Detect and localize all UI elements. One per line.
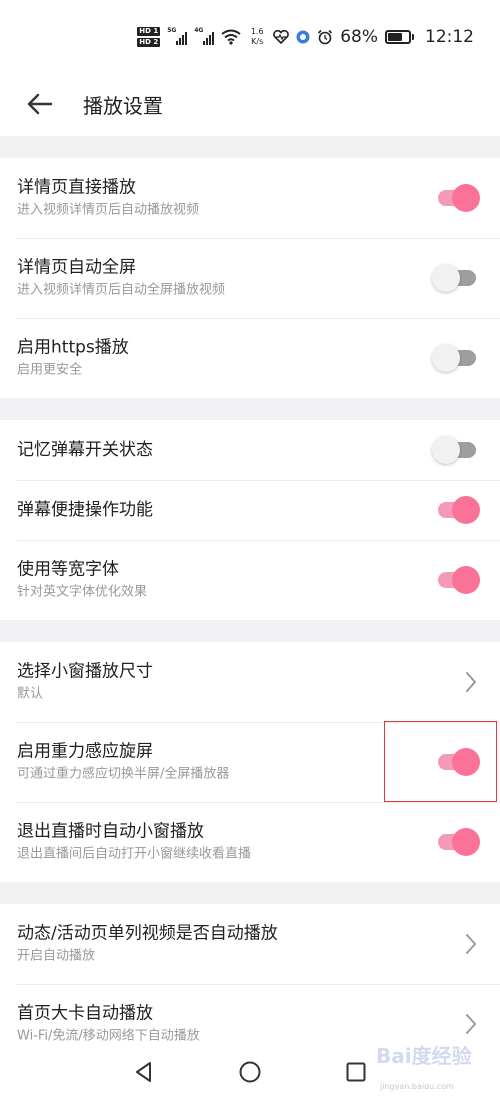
alarm-clock-icon	[318, 29, 333, 45]
setting-row[interactable]: 弹幕便捷操作功能	[0, 480, 500, 540]
setting-text: 首页大卡自动播放 Wi-Fi/免流/移动网络下自动播放	[17, 1003, 410, 1046]
toggle-knob	[452, 496, 480, 524]
setting-text: 详情页直接播放进入视频详情页后自动播放视频	[17, 177, 410, 220]
setting-label: 弹幕便捷操作功能	[17, 500, 153, 520]
nav-recent-button[interactable]	[344, 1060, 368, 1084]
heart-rate-icon	[273, 30, 290, 44]
hd1-badge: HD 1	[137, 27, 161, 36]
setting-row[interactable]: 退出直播时自动小窗播放退出直播间后自动打开小窗继续收看直播	[0, 802, 500, 882]
setting-text: 弹幕便捷操作功能	[17, 499, 410, 521]
setting-description: 启用更安全	[17, 362, 83, 378]
setting-row[interactable]: 使用等宽字体针对英文字体优化效果	[0, 540, 500, 620]
setting-description: 可通过重力感应切换半屏/全屏播放器	[17, 766, 230, 782]
setting-label: 动态/活动页单列视频是否自动播放	[17, 923, 278, 944]
section-divider	[0, 620, 500, 642]
toggle-knob	[432, 344, 460, 372]
setting-label: 启用重力感应旋屏	[17, 741, 153, 762]
wifi-icon	[221, 29, 241, 45]
circle-home-icon	[239, 1061, 261, 1083]
status-icons: HD 1 HD 2 5G 4G 1.6 K/s 68% 12:12	[137, 22, 474, 52]
toggle-knob	[452, 566, 480, 594]
setting-text: 使用等宽字体针对英文字体优化效果	[17, 559, 410, 602]
toggle-knob	[432, 436, 460, 464]
settings-list: 详情页直接播放进入视频详情页后自动播放视频详情页自动全屏进入视频详情页后自动全屏…	[0, 136, 500, 1064]
toggle-switch[interactable]	[432, 263, 476, 293]
toggle-switch[interactable]	[438, 747, 480, 777]
section-divider	[0, 398, 500, 420]
toggle-knob	[432, 264, 460, 292]
signal-5g-icon: 5G	[167, 27, 188, 45]
setting-row[interactable]: 动态/活动页单列视频是否自动播放开启自动播放	[0, 904, 500, 984]
battery-percent: 68%	[340, 27, 378, 47]
setting-row[interactable]: 启用重力感应旋屏可通过重力感应切换半屏/全屏播放器	[0, 722, 500, 802]
setting-description: 默认	[17, 686, 44, 702]
setting-description: 进入视频详情页后自动全屏播放视频	[17, 282, 226, 298]
back-button[interactable]	[0, 72, 80, 136]
arrow-left-icon	[27, 93, 53, 115]
setting-text: 记忆弹幕开关状态	[17, 439, 410, 461]
setting-text: 选择小窗播放尺寸默认	[17, 661, 410, 704]
watermark-url: jingyan.baidu.com	[380, 1082, 454, 1091]
triangle-back-icon	[136, 1062, 151, 1082]
settings-group: 详情页直接播放进入视频详情页后自动播放视频详情页自动全屏进入视频详情页后自动全屏…	[0, 158, 500, 398]
settings-group: 记忆弹幕开关状态 弹幕便捷操作功能 使用等宽字体针对英文字体优化效果	[0, 420, 500, 620]
setting-label: 选择小窗播放尺寸	[17, 661, 153, 682]
watermark: Bai度经验 jingyan.baidu.com	[372, 1020, 482, 1100]
toggle-knob	[452, 828, 480, 856]
status-bar: HD 1 HD 2 5G 4G 1.6 K/s 68% 12:12	[0, 0, 500, 72]
toggle-knob	[452, 184, 480, 212]
setting-label: 详情页自动全屏	[17, 257, 136, 278]
setting-row[interactable]: 详情页直接播放进入视频详情页后自动播放视频	[0, 158, 500, 238]
toggle-knob	[452, 748, 480, 776]
setting-row[interactable]: 详情页自动全屏进入视频详情页后自动全屏播放视频	[0, 238, 500, 318]
app-notification-icon	[296, 30, 310, 44]
signal-4g-label: 4G	[194, 27, 204, 34]
toggle-switch[interactable]	[438, 495, 480, 525]
speed-unit: K/s	[251, 37, 264, 46]
signal-4g-icon: 4G	[194, 27, 215, 45]
chevron-right-icon[interactable]	[464, 670, 478, 694]
setting-text: 退出直播时自动小窗播放退出直播间后自动打开小窗继续收看直播	[17, 821, 410, 864]
setting-label: 退出直播时自动小窗播放	[17, 821, 204, 842]
watermark-text: Bai度经验	[376, 1044, 472, 1068]
setting-text: 启用重力感应旋屏可通过重力感应切换半屏/全屏播放器	[17, 741, 410, 784]
setting-text: 动态/活动页单列视频是否自动播放开启自动播放	[17, 923, 410, 966]
square-recent-icon	[346, 1062, 366, 1082]
setting-label: 使用等宽字体	[17, 559, 119, 580]
network-speed: 1.6 K/s	[248, 27, 266, 47]
setting-description: 开启自动播放	[17, 948, 96, 964]
toggle-switch[interactable]	[438, 183, 480, 213]
chevron-right-icon[interactable]	[464, 932, 478, 956]
setting-text: 启用https播放启用更安全	[17, 337, 410, 380]
setting-row[interactable]: 记忆弹幕开关状态	[0, 420, 500, 480]
setting-label: 首页大卡自动播放	[17, 1003, 153, 1024]
nav-home-button[interactable]	[238, 1060, 262, 1084]
setting-row[interactable]: 启用https播放启用更安全	[0, 318, 500, 398]
toggle-switch[interactable]	[438, 827, 480, 857]
toggle-switch[interactable]	[432, 343, 476, 373]
signal-5g-label: 5G	[167, 27, 177, 34]
app-header: 播放设置	[0, 72, 500, 136]
toggle-switch[interactable]	[432, 435, 476, 465]
hd2-badge: HD 2	[137, 38, 161, 47]
nav-back-button[interactable]	[132, 1060, 156, 1084]
setting-description: 退出直播间后自动打开小窗继续收看直播	[17, 846, 252, 862]
speed-value: 1.6	[250, 27, 264, 36]
settings-group: 选择小窗播放尺寸默认启用重力感应旋屏可通过重力感应切换半屏/全屏播放器退出直播时…	[0, 642, 500, 882]
setting-label: 详情页直接播放	[17, 177, 136, 198]
section-divider	[0, 136, 500, 158]
setting-label: 启用https播放	[17, 337, 129, 358]
setting-label: 记忆弹幕开关状态	[17, 440, 153, 460]
page-title: 播放设置	[83, 93, 163, 118]
setting-description: Wi-Fi/免流/移动网络下自动播放	[17, 1028, 200, 1044]
setting-description: 针对英文字体优化效果	[17, 584, 148, 600]
battery-icon	[385, 30, 414, 44]
setting-text: 详情页自动全屏进入视频详情页后自动全屏播放视频	[17, 257, 410, 300]
hd-badges: HD 1 HD 2	[137, 27, 161, 47]
toggle-switch[interactable]	[438, 565, 480, 595]
setting-row[interactable]: 选择小窗播放尺寸默认	[0, 642, 500, 722]
setting-description: 进入视频详情页后自动播放视频	[17, 202, 200, 218]
section-divider	[0, 882, 500, 904]
clock-time: 12:12	[425, 27, 474, 47]
